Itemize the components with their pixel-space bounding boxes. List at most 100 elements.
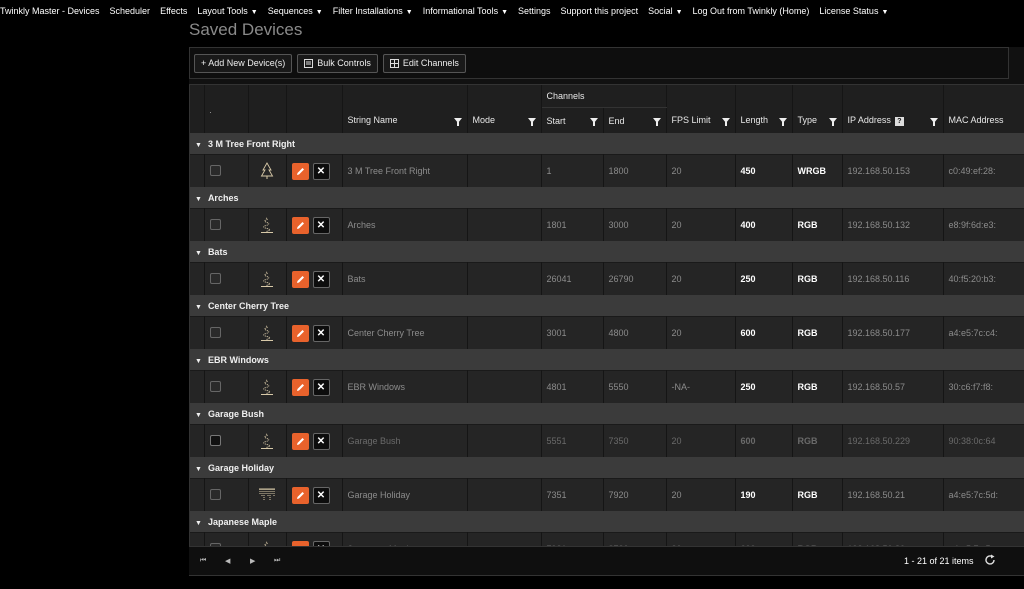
collapse-icon[interactable]: ▼ — [195, 142, 202, 149]
collapse-icon[interactable]: ▼ — [195, 304, 202, 311]
edit-button[interactable] — [291, 324, 309, 342]
mac-cell: a4:e5:7c:5d: — [943, 478, 1024, 511]
nav-item[interactable]: Scheduler — [105, 6, 156, 16]
string-name-header[interactable]: String Name — [342, 107, 468, 133]
edit-button[interactable] — [291, 378, 309, 396]
nav-item[interactable]: Layout Tools ▼ — [192, 6, 262, 16]
filter-icon[interactable] — [652, 118, 661, 126]
nav-item[interactable]: Support this project — [556, 6, 644, 16]
mac-cell: 30:c6:f7:f8: — [943, 370, 1024, 403]
nav-item[interactable]: Sequences ▼ — [263, 6, 328, 16]
filter-icon[interactable] — [778, 117, 787, 126]
length-header[interactable]: Length — [735, 107, 793, 133]
mode-header[interactable]: Mode — [467, 107, 542, 133]
string-name-cell: Garage Bush — [342, 424, 468, 457]
nav-item[interactable]: Effects — [155, 6, 192, 16]
row-spacer — [190, 208, 205, 241]
delete-button[interactable]: ✕ — [312, 162, 330, 180]
device-icon-cell — [248, 316, 287, 349]
caret-down-icon: ▼ — [315, 8, 323, 16]
string-name-cell: Center Cherry Tree — [342, 316, 468, 349]
add-device-button[interactable]: + Add New Device(s) — [194, 53, 293, 73]
group-name: Arches — [207, 192, 239, 203]
filter-icon[interactable] — [589, 118, 598, 126]
delete-button[interactable]: ✕ — [312, 378, 330, 396]
nav-item[interactable]: License Status ▼ — [814, 6, 893, 16]
edit-button[interactable] — [291, 486, 309, 504]
hdr-actions — [286, 85, 343, 108]
nav-item[interactable]: Social ▼ — [643, 6, 687, 16]
tree-spiral-icon — [254, 270, 281, 288]
edit-button[interactable] — [291, 270, 309, 288]
filter-icon[interactable] — [721, 117, 730, 126]
delete-button[interactable]: ✕ — [312, 432, 330, 450]
edit-button[interactable] — [291, 216, 309, 234]
collapse-icon[interactable]: ▼ — [195, 250, 202, 257]
row-checkbox[interactable] — [209, 380, 221, 392]
page-title: Saved Devices — [189, 20, 303, 39]
nav-item[interactable]: Informational Tools ▼ — [418, 6, 513, 16]
nav-item-label: Twinkly Master - Devices — [0, 5, 100, 16]
row-checkbox[interactable] — [209, 326, 221, 338]
pager-info: 1 - 21 of 21 items — [904, 556, 974, 566]
edit-button[interactable] — [291, 162, 309, 180]
fps-cell: 20 — [666, 424, 736, 457]
row-checkbox[interactable] — [209, 164, 221, 176]
delete-button[interactable]: ✕ — [312, 486, 330, 504]
string-name-cell: 3 M Tree Front Right — [342, 154, 468, 187]
ip-header[interactable]: IP Address? — [842, 107, 944, 133]
help-icon[interactable]: ? — [894, 116, 904, 126]
bulk-controls-button[interactable]: Bulk Controls — [297, 53, 378, 73]
last-page-button[interactable]: ⏭ — [274, 557, 280, 565]
type-cell: RGB — [792, 424, 843, 457]
nav-item[interactable]: Settings — [513, 6, 556, 16]
mac-header-label: MAC Address — [948, 115, 1004, 126]
fps-header[interactable]: FPS Limit — [666, 107, 736, 133]
select-dot: . — [209, 107, 212, 115]
filter-icon[interactable] — [929, 117, 938, 126]
row-actions-cell: ✕ — [286, 478, 343, 511]
row-checkbox[interactable] — [209, 218, 221, 230]
fps-cell: 20 — [666, 316, 736, 349]
row-checkbox[interactable] — [209, 488, 221, 500]
end-cell: 7350 — [603, 424, 667, 457]
nav-item[interactable]: Filter Installations ▼ — [328, 6, 418, 16]
row-checkbox[interactable] — [209, 272, 221, 284]
collapse-icon[interactable]: ▼ — [195, 466, 202, 473]
edit-button[interactable] — [291, 432, 309, 450]
filter-icon[interactable] — [527, 117, 536, 126]
refresh-icon[interactable] — [984, 554, 996, 566]
delete-button[interactable]: ✕ — [312, 216, 330, 234]
type-header[interactable]: Type — [792, 107, 843, 133]
mac-header[interactable]: MAC Address — [943, 107, 1024, 133]
mode-cell — [467, 208, 542, 241]
end-header[interactable]: End — [603, 107, 667, 133]
type-cell: RGB — [792, 370, 843, 403]
filter-icon[interactable] — [453, 117, 462, 126]
edit-channels-button[interactable]: Edit Channels — [382, 53, 466, 73]
nav-item-label: Filter Installations — [332, 5, 403, 16]
nav-item-label: Social — [648, 5, 673, 16]
collapse-icon[interactable]: ▼ — [195, 196, 202, 203]
collapse-icon[interactable]: ▼ — [195, 358, 202, 365]
fps-cell: 20 — [666, 154, 736, 187]
device-row: ✕ Bats 26041 26790 20 250 RGB 192.168.50.116 40:… — [190, 262, 1024, 295]
row-spacer — [190, 478, 205, 511]
delete-button[interactable]: ✕ — [312, 270, 330, 288]
group-header-row: ▼ Arches — [190, 187, 1024, 209]
filter-icon[interactable] — [828, 117, 837, 126]
delete-button[interactable]: ✕ — [312, 324, 330, 342]
prev-page-button[interactable]: ◀ — [225, 557, 230, 565]
start-header[interactable]: Start — [541, 107, 604, 133]
start-cell: 3001 — [541, 316, 604, 349]
row-checkbox[interactable] — [209, 434, 221, 446]
nav-item[interactable]: Twinkly Master - Devices — [0, 6, 105, 16]
end-cell: 5550 — [603, 370, 667, 403]
collapse-icon[interactable]: ▼ — [195, 412, 202, 419]
next-page-button[interactable]: ▶ — [250, 557, 255, 565]
first-page-button[interactable]: ⏮ — [200, 557, 206, 565]
nav-item[interactable]: Log Out from Twinkly (Home) — [688, 6, 815, 16]
row-select-cell — [204, 424, 249, 457]
collapse-icon[interactable]: ▼ — [195, 520, 202, 527]
add-device-label: + Add New Device(s) — [201, 58, 286, 68]
